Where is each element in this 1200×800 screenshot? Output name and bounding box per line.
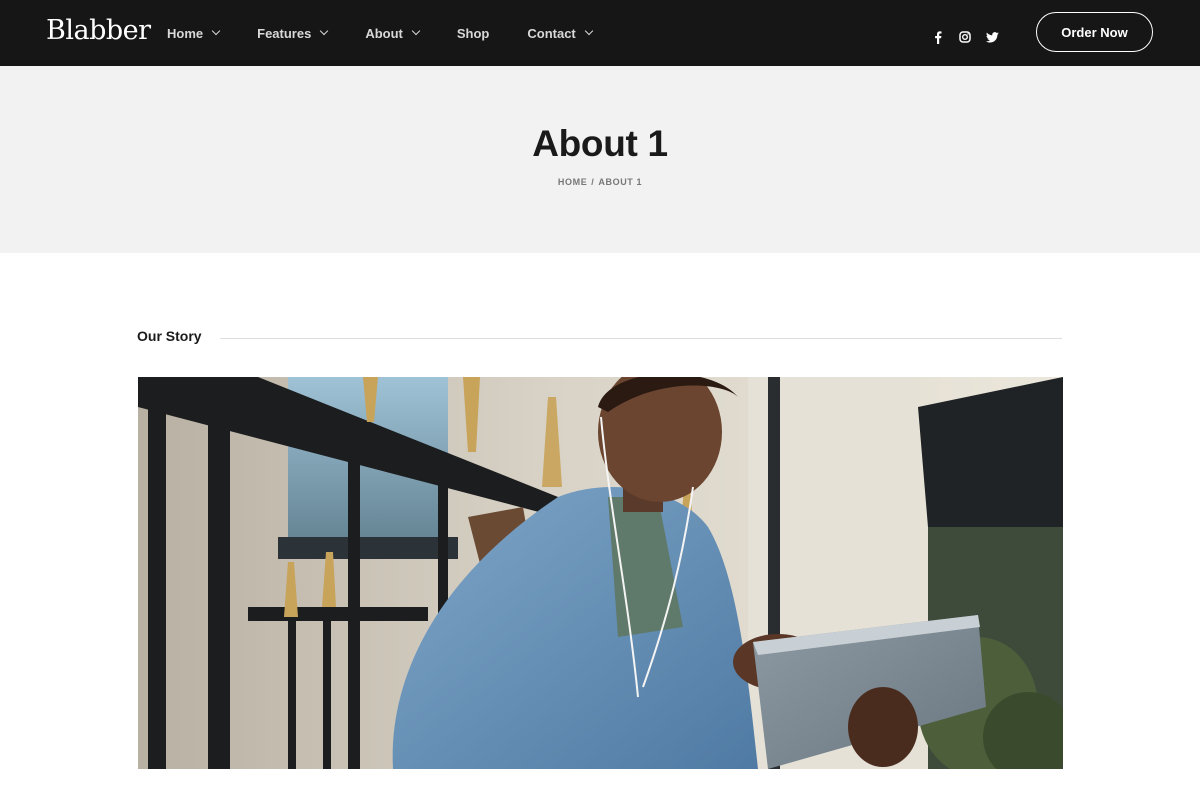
section-heading-our-story: Our Story [137, 328, 202, 344]
nav-item-shop[interactable]: Shop [457, 26, 490, 41]
chevron-down-icon [584, 26, 594, 36]
nav-item-label: Contact [527, 25, 576, 41]
twitter-icon[interactable] [983, 28, 1001, 46]
page-title: About 1 [532, 123, 668, 164]
nav-item-label: Shop [456, 25, 490, 41]
section-divider [220, 338, 1062, 339]
breadcrumb-separator: / [591, 177, 595, 187]
social-links [929, 28, 1001, 46]
chevron-down-icon [411, 26, 421, 36]
story-photo [138, 377, 1063, 769]
facebook-icon[interactable] [929, 28, 947, 46]
nav-item-label: Home [167, 25, 204, 41]
main-nav: Home Features About Shop Contact [167, 0, 594, 66]
breadcrumb: HOME / ABOUT 1 [0, 177, 1200, 187]
order-now-button[interactable]: Order Now [1036, 12, 1153, 52]
nav-item-about[interactable]: About [365, 25, 421, 41]
nav-item-features[interactable]: Features [257, 25, 329, 41]
site-header: Blabber Home Features About Shop Contact [0, 0, 1200, 66]
breadcrumb-current: ABOUT 1 [598, 177, 643, 187]
instagram-icon[interactable] [956, 28, 974, 46]
nav-item-label: About [365, 25, 403, 41]
chevron-down-icon [320, 26, 329, 36]
site-logo[interactable]: Blabber [46, 14, 151, 48]
nav-item-label: Features [257, 25, 312, 41]
breadcrumb-home-link[interactable]: HOME [558, 177, 587, 187]
nav-item-contact[interactable]: Contact [527, 25, 594, 41]
chevron-down-icon [211, 26, 221, 36]
nav-item-home[interactable]: Home [167, 25, 221, 41]
page-title-band: About 1 HOME / ABOUT 1 [0, 66, 1200, 253]
